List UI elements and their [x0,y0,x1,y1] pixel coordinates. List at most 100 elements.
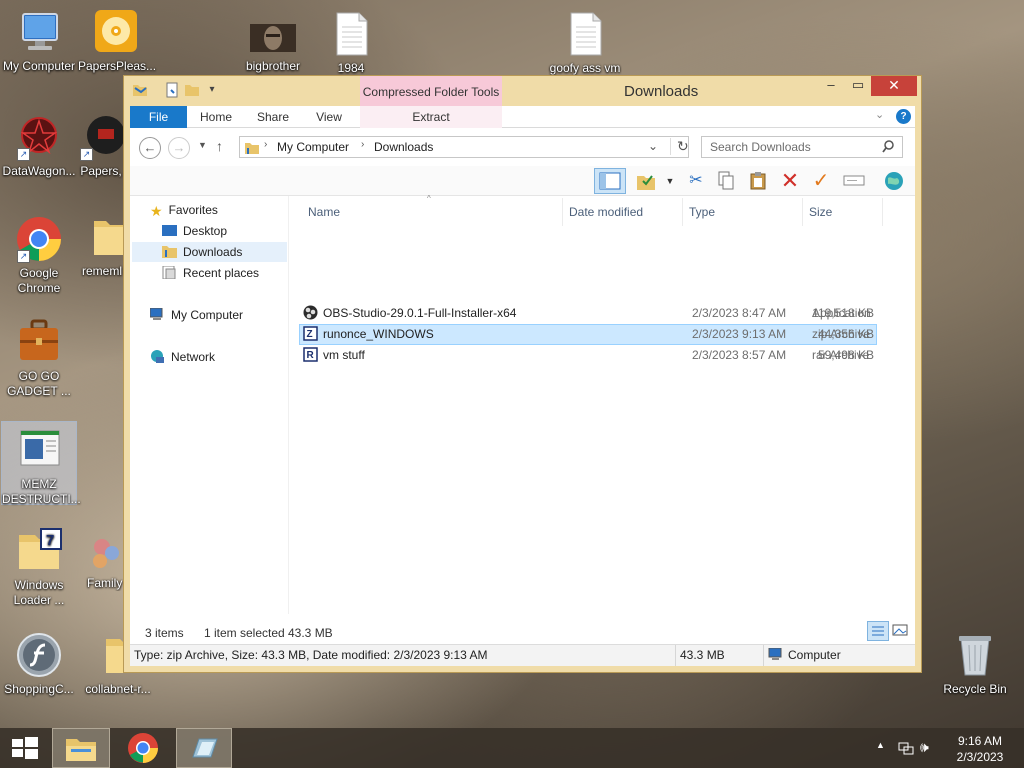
desktop-icon-1984[interactable]: 1984 [313,10,389,76]
paste-icon[interactable] [747,170,769,192]
desktop-icon-bigbrother[interactable]: bigbrother [235,18,311,74]
show-hidden-icons-chevron-icon[interactable]: ▲ [876,740,885,750]
volume-icon[interactable]: 🕪 [920,739,929,756]
window-title: Downloads [624,83,699,100]
folder-check-icon[interactable] [635,170,657,192]
preview-pane-icon[interactable] [594,168,626,194]
chevron-down-icon[interactable]: ▾ [204,82,220,98]
clock[interactable]: 9:16 AM 2/3/2023 [948,733,1012,765]
breadcrumb-downloads[interactable]: Downloads [374,140,433,154]
back-button[interactable]: ← [139,137,161,159]
desktop-icon-datawagon[interactable]: ↗ DataWagon... [1,113,77,179]
dropdown-chevron-icon[interactable]: ▼ [659,170,681,192]
desktop-icon-memz[interactable]: MEMZ DESTRUCTI... [1,421,81,506]
search-input[interactable]: Search Downloads [701,136,903,158]
desktop-icon-family[interactable]: Family [80,533,124,591]
address-dropdown-chevron-icon[interactable]: ⌄ [648,139,658,153]
nav-favorites[interactable]: ★ Favorites [150,200,218,220]
briefcase-icon [15,318,63,366]
tab-file[interactable]: File [130,106,187,128]
network-tray-icon[interactable] [898,740,914,759]
new-folder-icon[interactable] [184,82,200,98]
taskbar-file-explorer[interactable] [52,728,110,768]
details-size: 43.3 MB [680,648,725,662]
window-app-icon [15,426,63,474]
shortcut-arrow-icon: ↗ [17,250,30,263]
tab-home[interactable]: Home [193,106,239,128]
breadcrumb-my-computer[interactable]: My Computer [277,140,349,154]
up-button[interactable]: ↑ [216,138,223,154]
tab-share[interactable]: Share [250,106,296,128]
close-button[interactable]: ✕ [871,76,917,96]
column-header-date-modified[interactable]: Date modified [563,198,683,226]
properties-icon[interactable] [164,82,180,98]
desktop-icon-papersplease[interactable]: PapersPleas... [78,8,156,74]
file-date: 2/3/2023 8:47 AM [692,306,787,320]
table-row-selected[interactable]: Zrunonce_WINDOWS 2/3/2023 9:13 AM zip Ar… [299,324,877,345]
file-name-cell: Rvm stuff [303,345,365,366]
table-row[interactable]: OBS-Studio-29.0.1-Full-Installer-x64 2/3… [299,303,877,324]
search-icon [882,140,894,160]
tab-view[interactable]: View [306,106,352,128]
desktop-icon-papers[interactable]: ↗ Papers, [78,113,124,179]
table-row[interactable]: Rvm stuff 2/3/2023 8:57 AM rar Archive 5… [299,345,877,366]
nav-recent-places[interactable]: Recent places [162,263,259,283]
family-app-icon [80,533,124,573]
title-bar[interactable]: ▾ Compressed Folder Tools Downloads – ▭ … [124,76,921,106]
nav-my-computer-label: My Computer [171,308,244,322]
column-header-type[interactable]: Type [683,198,803,226]
large-icons-view-button[interactable] [891,622,911,640]
delete-icon[interactable]: ✕ [779,170,801,192]
desktop-icon-windows-loader[interactable]: 7 Windows Loader ... [1,527,77,608]
details-location: Computer [788,648,841,662]
file-size: 119,518 KB [812,306,874,320]
refresh-icon[interactable]: ↻ [670,138,689,155]
column-header-name[interactable]: Name [302,198,563,226]
cut-icon[interactable]: ✂ [685,170,707,192]
help-icon[interactable]: ? [896,109,911,124]
disc-app-icon [92,8,140,56]
breadcrumb-separator-icon: › [264,139,268,150]
desktop-icon-label: Family [87,576,123,590]
desktop-icon-shoppingc[interactable]: ShoppingC... [1,631,77,697]
ribbon-collapse-chevron-icon[interactable]: ⌄ [875,108,884,121]
desktop-icon-label: Windows Loader ... [13,578,65,607]
nav-network[interactable]: Network [150,347,215,367]
column-header-size[interactable]: Size [803,198,883,226]
shortcut-arrow-icon: ↗ [80,148,93,161]
copy-icon[interactable] [715,170,737,192]
maximize-button[interactable]: ▭ [845,76,871,96]
thumbnail-view-icon [892,624,908,636]
nav-desktop[interactable]: Desktop [162,221,227,241]
minimize-button[interactable]: – [818,76,844,96]
details-view-button[interactable] [867,621,889,641]
recent-locations-chevron-icon[interactable]: ▼ [198,140,207,150]
forward-button[interactable]: → [168,137,190,159]
desktop-icon-label: GO GO GADGET ... [7,369,71,398]
details-location-segment: Computer [763,645,915,666]
folder-icon[interactable] [132,82,148,98]
desktop-icon-go-go-gadget[interactable]: GO GO GADGET ... [1,318,77,399]
nav-downloads[interactable]: Downloads [132,242,287,262]
desktop-icon-google-chrome[interactable]: ↗ Google Chrome [1,215,77,296]
address-bar[interactable]: › My Computer › Downloads ⌄ ↻ [239,136,689,158]
taskbar-app[interactable] [176,728,232,768]
chrome-icon: ↗ [15,215,63,263]
checkmark-icon[interactable]: ✓ [810,170,832,192]
star-app-icon: ↗ [15,113,63,161]
tab-extract[interactable]: Extract [360,106,502,128]
desktop-icon-goofy-ass-vm[interactable]: goofy ass vm [547,10,623,76]
nav-my-computer[interactable]: My Computer [150,305,243,325]
globe-icon[interactable] [883,170,905,192]
svg-text:7: 7 [46,532,54,549]
file-name-cell: OBS-Studio-29.0.1-Full-Installer-x64 [303,303,516,324]
desktop-icon-recycle-bin[interactable]: Recycle Bin [937,631,1013,697]
document-icon [561,10,609,58]
start-button[interactable] [0,728,48,768]
desktop-icon [162,225,177,236]
desktop-icon-remember[interactable]: rememl [80,213,124,279]
desktop-icon-my-computer[interactable]: My Computer [1,8,77,74]
rename-icon[interactable] [843,170,865,192]
taskbar-chrome[interactable] [114,728,172,768]
ribbon-tabs: File Home Share View Extract ⌄ ? [130,106,915,128]
